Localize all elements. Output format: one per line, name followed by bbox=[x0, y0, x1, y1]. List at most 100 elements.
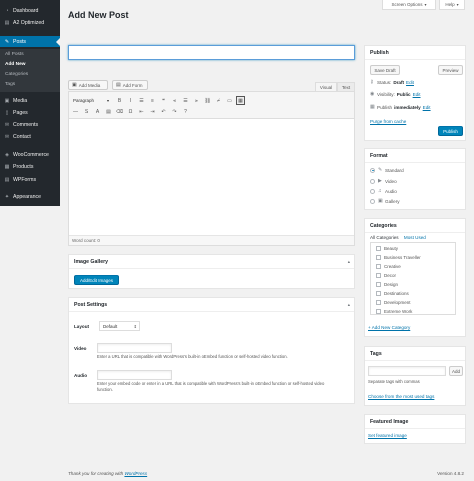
horizontal-line-icon[interactable]: — bbox=[71, 107, 80, 116]
format-option-audio[interactable]: ♫ Audio bbox=[370, 188, 397, 194]
categories-header[interactable]: Categories bbox=[365, 219, 465, 233]
redo-icon[interactable]: ↷ bbox=[170, 107, 179, 116]
format-option-gallery[interactable]: ▣ Gallery bbox=[370, 198, 400, 204]
italic-icon[interactable]: I bbox=[126, 96, 135, 105]
edit-publish-time-link[interactable]: Edit bbox=[423, 105, 431, 110]
menu-wpforms[interactable]: ▤ WPForms bbox=[0, 174, 60, 185]
menu-comments[interactable]: ✉ Comments bbox=[0, 119, 60, 130]
radio-button[interactable] bbox=[370, 178, 375, 184]
publish-header[interactable]: Publish bbox=[365, 46, 465, 60]
collapse-arrow-icon[interactable]: ▴ bbox=[348, 302, 350, 308]
edit-visibility-link[interactable]: Edit bbox=[413, 92, 421, 97]
category-item[interactable]: Extreme Work bbox=[376, 309, 412, 314]
category-checkbox[interactable] bbox=[376, 282, 381, 287]
video-url-input[interactable] bbox=[97, 343, 172, 353]
preview-button[interactable]: Preview bbox=[438, 65, 463, 75]
format-header[interactable]: Format bbox=[365, 149, 465, 163]
submenu-add-new[interactable]: Add New bbox=[5, 62, 26, 67]
submenu-categories[interactable]: Categories bbox=[5, 72, 28, 77]
menu-products[interactable]: ▦ Products bbox=[0, 161, 60, 172]
purge-cache-link[interactable]: Purge from cache bbox=[370, 119, 406, 124]
category-checkbox[interactable] bbox=[376, 309, 381, 314]
collapse-arrow-icon[interactable]: ▴ bbox=[348, 259, 350, 265]
format-select[interactable]: Paragraph ▾ bbox=[73, 96, 111, 105]
blockquote-icon[interactable]: ❝ bbox=[159, 96, 168, 105]
menu-pages[interactable]: ▯ Pages bbox=[0, 107, 60, 118]
format-option-standard[interactable]: ✎ Standard bbox=[370, 167, 404, 173]
numbered-list-icon[interactable]: ≡ bbox=[148, 96, 157, 105]
menu-posts[interactable]: ✎ Posts bbox=[0, 36, 60, 47]
submenu-tags[interactable]: Tags bbox=[5, 82, 15, 87]
indent-icon[interactable]: ⇥ bbox=[148, 107, 157, 116]
add-tag-button[interactable]: Add bbox=[449, 366, 463, 376]
add-media-button[interactable]: ▣ Add Media bbox=[68, 80, 108, 90]
align-right-icon[interactable]: ⫸ bbox=[192, 96, 201, 105]
radio-button[interactable] bbox=[370, 167, 375, 173]
paste-text-icon[interactable]: ▤ bbox=[104, 107, 113, 116]
read-more-icon[interactable]: ▭ bbox=[225, 96, 234, 105]
save-draft-button[interactable]: Save Draft bbox=[370, 65, 400, 75]
category-checkbox[interactable] bbox=[376, 264, 381, 269]
tags-header[interactable]: Tags bbox=[365, 347, 465, 361]
text-color-icon[interactable]: A bbox=[93, 107, 102, 116]
category-item[interactable]: Business Traveller bbox=[376, 255, 421, 260]
radio-button[interactable] bbox=[370, 198, 375, 204]
submenu-all-posts[interactable]: All Posts bbox=[5, 52, 24, 57]
category-checkbox[interactable] bbox=[376, 291, 381, 296]
toolbar-toggle-icon[interactable]: ▦ bbox=[236, 96, 245, 105]
layout-select[interactable]: Default ⇕ bbox=[99, 321, 140, 331]
set-featured-image-link[interactable]: Set featured image bbox=[368, 433, 407, 438]
bold-icon[interactable]: B bbox=[115, 96, 124, 105]
post-title-input[interactable] bbox=[68, 45, 355, 60]
tags-input[interactable] bbox=[368, 366, 446, 376]
add-edit-images-button[interactable]: Add/Edit Images bbox=[74, 275, 119, 285]
menu-woocommerce[interactable]: ◈ WooCommerce bbox=[0, 149, 60, 160]
audio-url-input[interactable] bbox=[97, 370, 172, 380]
add-form-button[interactable]: ▤ Add Form bbox=[112, 80, 148, 90]
publish-button[interactable]: Publish bbox=[438, 126, 463, 136]
special-character-icon[interactable]: Ω bbox=[126, 107, 135, 116]
category-item[interactable]: Design bbox=[376, 282, 398, 287]
menu-dashboard[interactable]: ◔ Dashboard bbox=[0, 5, 60, 16]
menu-appearance[interactable]: ✦ Appearance bbox=[0, 191, 60, 202]
category-checkbox[interactable] bbox=[376, 300, 381, 305]
editor-body[interactable] bbox=[69, 119, 354, 237]
key-icon: ⚷ bbox=[370, 79, 374, 85]
tab-all-categories[interactable]: All Categories bbox=[370, 235, 399, 240]
menu-a2-optimized[interactable]: ▤ A2 Optimized bbox=[0, 17, 60, 28]
tab-text[interactable]: Text bbox=[337, 82, 355, 91]
radio-button[interactable] bbox=[370, 188, 375, 194]
undo-icon[interactable]: ↶ bbox=[159, 107, 168, 116]
keyboard-shortcuts-icon[interactable]: ? bbox=[181, 107, 190, 116]
category-item[interactable]: Destinations bbox=[376, 291, 409, 296]
post-settings-header[interactable]: Post Settings ▴ bbox=[69, 298, 354, 312]
align-center-icon[interactable]: ☰ bbox=[181, 96, 190, 105]
choose-tags-link[interactable]: Choose from the most used tags bbox=[368, 394, 434, 399]
format-option-video[interactable]: ▶ Video bbox=[370, 178, 397, 184]
category-item[interactable]: Decor bbox=[376, 273, 396, 278]
category-item[interactable]: Beauty bbox=[376, 246, 398, 251]
edit-status-link[interactable]: Edit bbox=[406, 80, 414, 85]
outdent-icon[interactable]: ⇤ bbox=[137, 107, 146, 116]
link-icon[interactable]: ⛓ bbox=[203, 96, 212, 105]
category-checkbox[interactable] bbox=[376, 255, 381, 260]
featured-image-header[interactable]: Featured Image bbox=[365, 415, 465, 429]
menu-contact[interactable]: ✉ Contact bbox=[0, 131, 60, 142]
category-item[interactable]: Development bbox=[376, 300, 411, 305]
add-new-category-link[interactable]: + Add New Category bbox=[368, 325, 410, 330]
tab-most-used[interactable]: Most Used bbox=[404, 235, 426, 240]
help-tab[interactable]: Help ▾ bbox=[439, 0, 465, 10]
category-checkbox[interactable] bbox=[376, 246, 381, 251]
bullet-list-icon[interactable]: ☰ bbox=[137, 96, 146, 105]
category-checkbox[interactable] bbox=[376, 273, 381, 278]
wordpress-link[interactable]: WordPress bbox=[124, 471, 147, 476]
strikethrough-icon[interactable]: S bbox=[82, 107, 91, 116]
unlink-icon[interactable]: ⌿ bbox=[214, 96, 223, 105]
screen-options-tab[interactable]: Screen Options ▾ bbox=[382, 0, 436, 10]
clear-formatting-icon[interactable]: ⌫ bbox=[115, 107, 124, 116]
category-item[interactable]: Creative bbox=[376, 264, 401, 269]
menu-media[interactable]: ▣ Media bbox=[0, 95, 60, 106]
tab-visual[interactable]: Visual bbox=[315, 82, 337, 91]
image-gallery-header[interactable]: Image Gallery ▴ bbox=[69, 255, 354, 269]
align-left-icon[interactable]: ⫷ bbox=[170, 96, 179, 105]
